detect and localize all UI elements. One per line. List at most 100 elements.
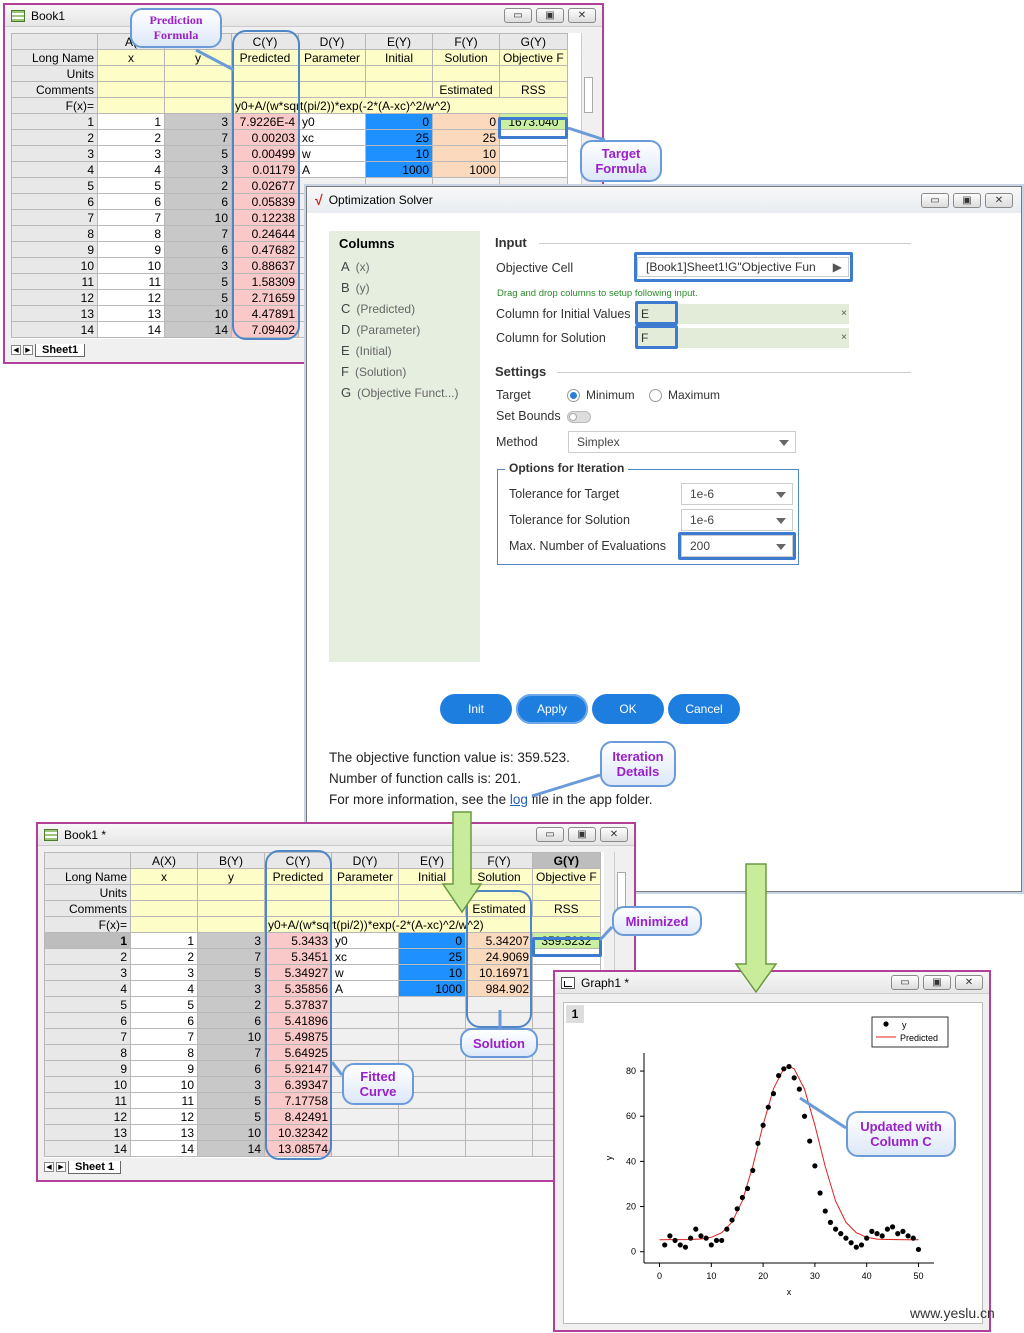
minimize-button[interactable]: ▭ [921,192,949,208]
book1-titlebar[interactable]: Book1 ▭ ▣ ✕ [5,5,602,27]
init-button[interactable]: Init [440,694,512,724]
maximize-button[interactable]: ▣ [568,827,596,842]
meta-cell[interactable] [365,81,433,98]
row-label[interactable]: Comments [44,900,131,917]
row-number: 12 [44,1108,131,1125]
maximize-button[interactable]: ▣ [923,975,951,990]
meta-cell[interactable]: Objective F [532,868,601,885]
minimize-button[interactable]: ▭ [536,827,564,842]
ok-button[interactable]: OK [592,694,664,724]
set-bounds-toggle[interactable] [567,411,591,423]
column-item-e[interactable]: E (Initial) [329,340,480,361]
meta-cell[interactable] [298,81,366,98]
corner-cell[interactable] [44,852,131,869]
meta-cell[interactable] [164,81,232,98]
corner-cell[interactable] [11,33,98,50]
column-item-a[interactable]: A (x) [329,256,480,277]
column-header[interactable]: D(Y) [298,33,366,50]
close-button[interactable]: ✕ [955,975,983,990]
column-header[interactable]: A(X) [130,852,198,869]
prev-sheet-icon[interactable]: ◀ [44,1162,54,1172]
meta-cell[interactable]: Initial [398,868,466,885]
meta-cell[interactable] [365,65,433,82]
maximize-button[interactable]: ▣ [953,192,981,208]
sheet-tab[interactable]: Sheet1 [35,343,86,357]
column-header[interactable]: D(Y) [331,852,399,869]
book1-star-titlebar[interactable]: Book1 * ▭ ▣ ✕ [38,824,634,846]
prev-sheet-icon[interactable]: ◀ [11,345,21,355]
tol-solution-select[interactable]: 1e-6 [681,509,793,531]
meta-cell[interactable] [499,65,568,82]
meta-cell[interactable]: Parameter [298,49,366,66]
meta-cell[interactable]: RSS [532,900,601,917]
meta-cell[interactable] [97,65,165,82]
meta-cell[interactable]: Solution [465,868,533,885]
meta-cell[interactable]: Estimated [432,81,500,98]
meta-cell[interactable]: Solution [432,49,500,66]
column-header[interactable]: G(Y) [499,33,568,50]
column-item-g[interactable]: G (Objective Funct...) [329,382,480,403]
clear-icon[interactable]: × [841,304,847,324]
book1-star-window[interactable]: Book1 * ▭ ▣ ✕ A(X) B(Y) C(Y) D(Y) E(Y) F(Y) G(… [36,822,636,1182]
log-link[interactable]: log [510,792,528,807]
minimize-button[interactable]: ▭ [891,975,919,990]
column-item-f[interactable]: F (Solution) [329,361,480,382]
meta-cell[interactable]: x [97,49,165,66]
next-sheet-icon[interactable]: ▶ [56,1162,66,1172]
minimize-button[interactable]: ▭ [504,8,532,23]
meta-cell[interactable] [97,81,165,98]
meta-cell[interactable] [398,900,466,917]
column-item-b[interactable]: B (y) [329,277,480,298]
maximize-button[interactable]: ▣ [536,8,564,23]
meta-cell[interactable] [432,65,500,82]
row-label[interactable]: Long Name [11,49,98,66]
meta-cell[interactable]: RSS [499,81,568,98]
close-button[interactable]: ✕ [985,192,1013,208]
minimum-radio[interactable] [567,389,580,402]
apply-button[interactable]: Apply [516,694,588,724]
close-button[interactable]: ✕ [568,8,596,23]
column-header[interactable]: B(Y) [197,852,265,869]
meta-cell[interactable] [331,884,399,901]
clear-icon[interactable]: × [841,328,847,348]
graph1-titlebar[interactable]: Graph1 * ▭ ▣ ✕ [555,972,989,994]
meta-cell[interactable] [532,884,601,901]
sheet-tab[interactable]: Sheet 1 [68,1160,122,1174]
meta-cell[interactable]: y [197,868,265,885]
solver-titlebar[interactable]: √ Optimization Solver ▭ ▣ ✕ [307,187,1021,213]
row-label[interactable]: Units [11,65,98,82]
row-label[interactable]: Units [44,884,131,901]
tol-target-select[interactable]: 1e-6 [681,483,793,505]
column-header[interactable]: E(Y) [365,33,433,50]
close-button[interactable]: ✕ [600,827,628,842]
columns-title: Columns [339,236,395,251]
meta-cell[interactable] [164,65,232,82]
meta-cell[interactable]: Parameter [331,868,399,885]
meta-cell[interactable]: Initial [365,49,433,66]
meta-cell[interactable]: Objective F [499,49,568,66]
meta-cell[interactable] [398,884,466,901]
meta-cell[interactable] [130,884,198,901]
row-label[interactable]: F(x)= [44,916,131,933]
column-header[interactable]: F(Y) [432,33,500,50]
maximum-radio[interactable] [649,389,662,402]
row-label[interactable]: F(x)= [11,97,98,114]
meta-cell[interactable] [197,900,265,917]
column-item-d[interactable]: D (Parameter) [329,319,480,340]
column-header[interactable]: F(Y) [465,852,533,869]
next-sheet-icon[interactable]: ▶ [23,345,33,355]
meta-cell[interactable] [197,884,265,901]
graph-page[interactable]: 1 0 10 20 30 40 50 0 20 40 60 80 x y y Predicted [563,1002,983,1324]
column-item-c[interactable]: C (Predicted) [329,298,480,319]
meta-cell[interactable] [130,900,198,917]
method-select[interactable]: Simplex [568,431,796,453]
row-label[interactable]: Long Name [44,868,131,885]
column-header[interactable]: G(Y) [532,852,601,869]
column-header[interactable]: E(Y) [398,852,466,869]
meta-cell[interactable] [331,900,399,917]
meta-cell[interactable] [298,65,366,82]
meta-cell[interactable]: y [164,49,232,66]
row-label[interactable]: Comments [11,81,98,98]
meta-cell[interactable]: x [130,868,198,885]
cancel-button[interactable]: Cancel [668,694,740,724]
